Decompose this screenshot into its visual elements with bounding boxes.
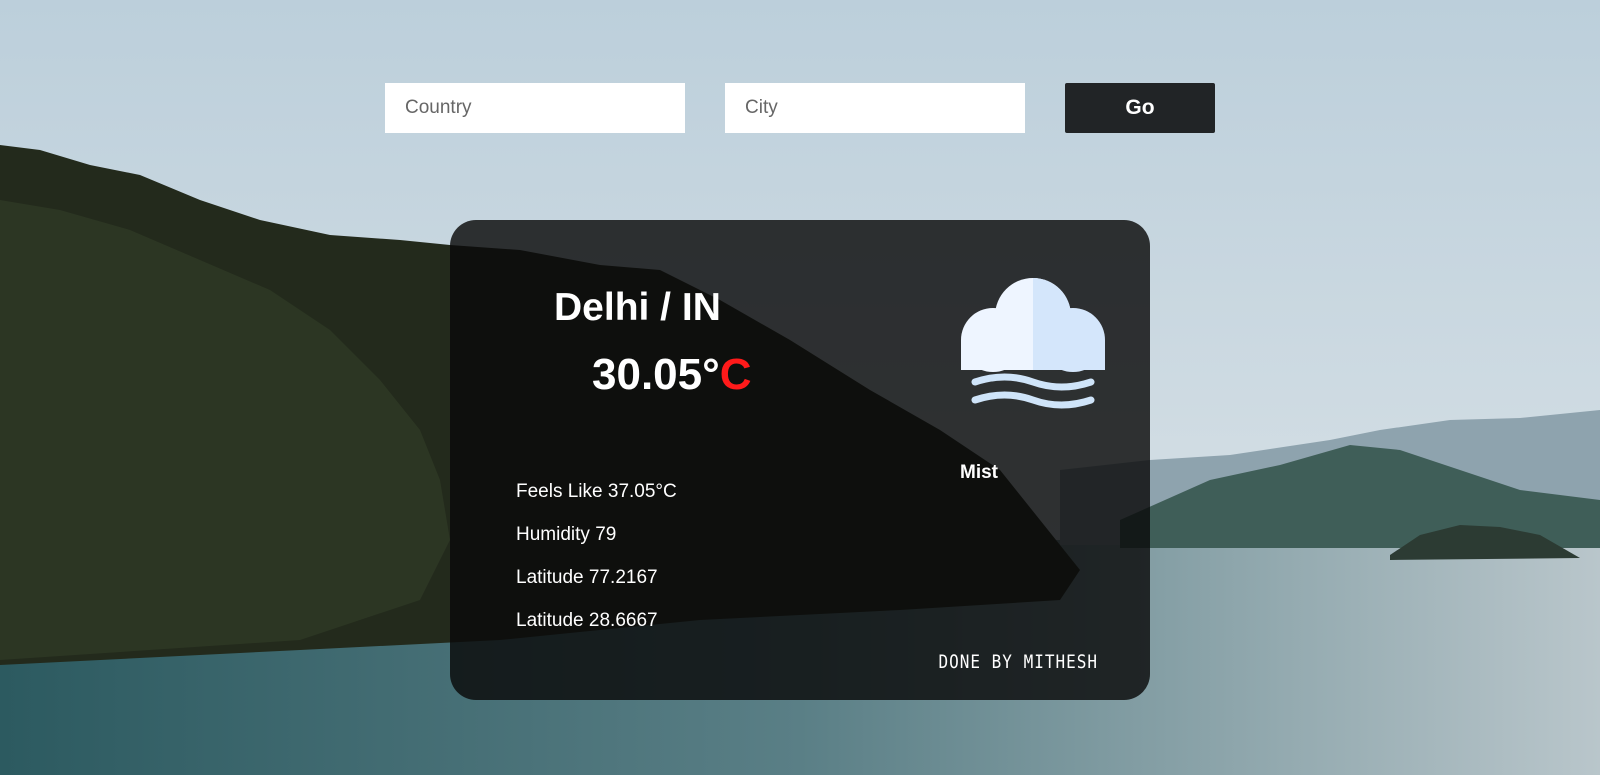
temperature: 30.05°C	[592, 350, 751, 400]
detail-value: 77.2167	[588, 567, 658, 588]
weather-card: Delhi / IN 30.05°C Mist Feels Like 37.05…	[450, 220, 1150, 700]
city-input[interactable]	[725, 83, 1025, 133]
detail-humidity: Humidity 79	[516, 521, 677, 564]
temperature-unit: C	[719, 350, 752, 399]
detail-label: Latitude	[516, 567, 584, 588]
mist-icon	[961, 278, 1105, 409]
detail-feels-like: Feels Like 37.05°C	[516, 478, 677, 521]
detail-latitude: Latitude 77.2167	[516, 564, 677, 607]
author-credit: DONE BY MITHESH	[938, 650, 1098, 673]
detail-value: 28.6667	[588, 610, 658, 631]
detail-latitude-2: Latitude 28.6667	[516, 607, 677, 650]
weather-details: Feels Like 37.05°C Humidity 79 Latitude …	[516, 478, 677, 650]
location-title: Delhi / IN	[554, 286, 721, 329]
detail-label: Feels Like	[516, 481, 603, 502]
weather-condition: Mist	[960, 462, 998, 483]
detail-label: Latitude	[516, 610, 584, 631]
country-input[interactable]	[385, 83, 685, 133]
temperature-value: 30.05°	[592, 350, 720, 399]
detail-label: Humidity	[516, 524, 590, 545]
detail-value: 79	[595, 524, 617, 545]
detail-value: 37.05°C	[607, 481, 677, 502]
go-button[interactable]: Go	[1065, 83, 1215, 133]
